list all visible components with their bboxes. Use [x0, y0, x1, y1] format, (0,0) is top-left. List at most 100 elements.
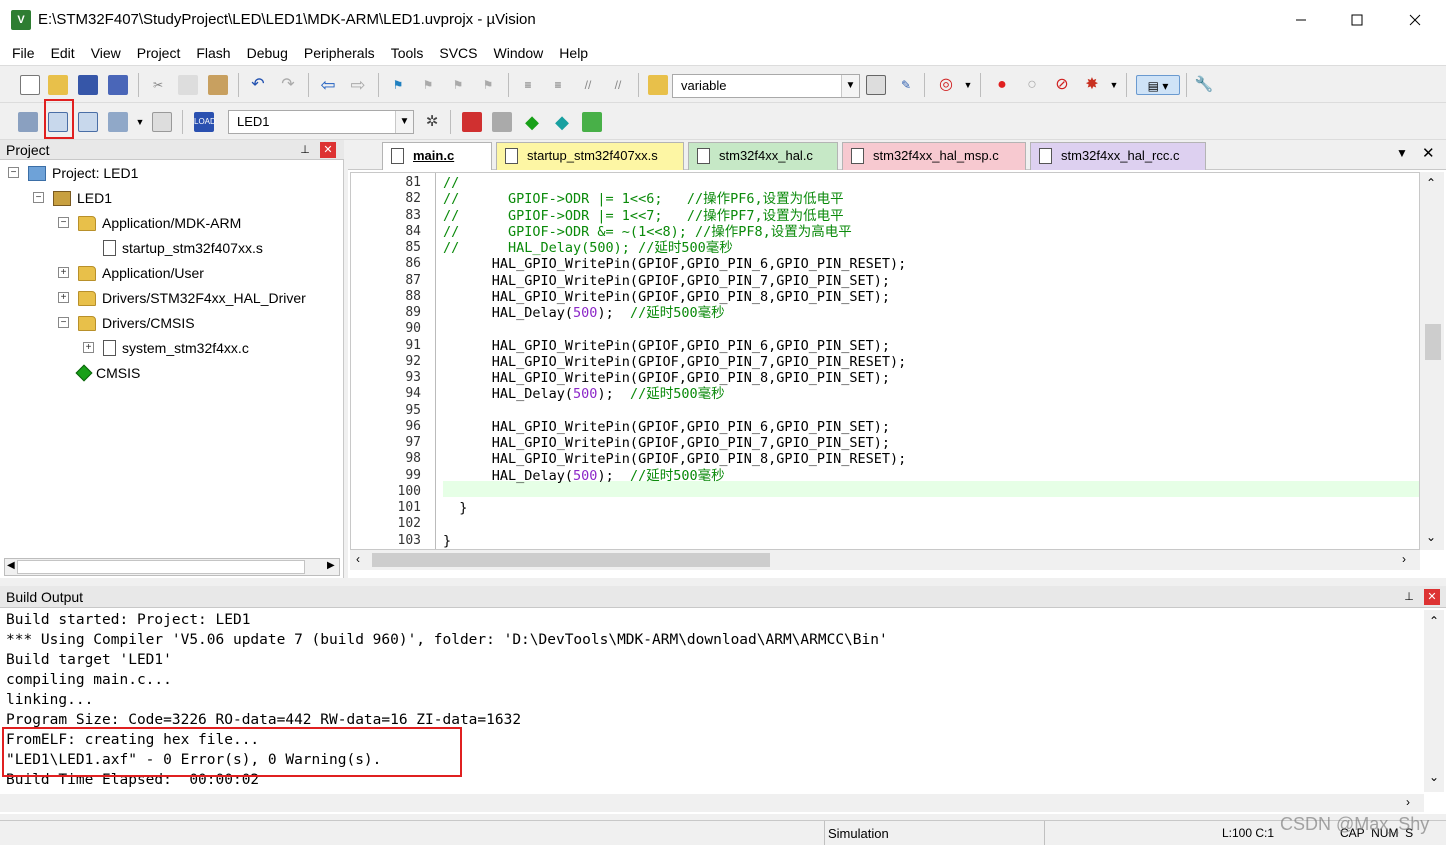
breakpoint-icon[interactable]: ● [992, 75, 1012, 95]
tab-main-c[interactable]: main.c [382, 142, 492, 170]
scroll-thumb[interactable] [372, 553, 770, 567]
configure-icon[interactable]: 🔧 [1194, 75, 1214, 95]
bookmark-icon[interactable]: ⚑ [388, 75, 408, 95]
clear-bookmarks-icon[interactable]: ⚑ [478, 75, 498, 95]
save-all-icon[interactable] [108, 75, 128, 95]
manage-multi-project-icon[interactable] [492, 112, 512, 132]
window-layout-icon[interactable]: ▤ ▾ [1136, 75, 1180, 95]
menu-project[interactable]: Project [129, 40, 189, 66]
scroll-right-icon[interactable]: › [1402, 552, 1406, 566]
tab-stm32f4xx-hal-msp-c[interactable]: stm32f4xx_hal_msp.c [842, 142, 1026, 170]
undo-icon[interactable]: ↶ [248, 75, 268, 95]
stop-build-icon[interactable] [152, 112, 172, 132]
scroll-left-icon[interactable]: ‹ [356, 552, 360, 566]
project-hscrollbar[interactable]: ◀ ▶ [4, 558, 340, 576]
scroll-up-icon[interactable]: ⌃ [1426, 176, 1436, 190]
chevron-down-icon[interactable]: ▼ [841, 75, 859, 97]
code-line: // GPIOF->ODR |= 1<<6; //操作PF6,设置为低电平 [443, 191, 844, 208]
copy-icon[interactable] [178, 75, 198, 95]
comment-icon[interactable]: // [578, 75, 598, 95]
incremental-find-icon[interactable]: ✎ [896, 75, 916, 95]
batch-build-icon[interactable] [108, 112, 128, 132]
menu-debug[interactable]: Debug [239, 40, 296, 66]
close-icon[interactable]: ✕ [320, 142, 336, 158]
chevron-down-icon[interactable]: ▼ [958, 75, 978, 95]
rebuild-icon[interactable] [78, 112, 98, 132]
minimize-button[interactable] [1272, 0, 1330, 40]
cut-icon[interactable]: ✂ [148, 75, 168, 95]
menu-flash[interactable]: Flash [188, 40, 238, 66]
menu-tools[interactable]: Tools [383, 40, 432, 66]
menu-help[interactable]: Help [551, 40, 596, 66]
tab-startup-stm32f407xx-s[interactable]: startup_stm32f407xx.s [496, 142, 684, 170]
tab-stm32f4xx-hal-rcc-c[interactable]: stm32f4xx_hal_rcc.c [1030, 142, 1206, 170]
close-icon[interactable]: ✕ [1424, 589, 1440, 605]
translate-icon[interactable] [18, 112, 38, 132]
tab-stm32f4xx-hal-c[interactable]: stm32f4xx_hal.c [688, 142, 838, 170]
collapse-icon[interactable]: − [58, 217, 69, 228]
chevron-down-icon[interactable]: ▼ [395, 111, 413, 133]
open-file-icon[interactable] [48, 75, 68, 95]
close-button[interactable] [1386, 0, 1444, 40]
disable-all-breakpoints-icon[interactable]: ⊘ [1052, 75, 1072, 95]
build-vscrollbar[interactable]: ⌃ ⌄ [1424, 610, 1444, 792]
find-combo[interactable]: variable ▼ [672, 74, 860, 98]
scroll-up-icon[interactable]: ⌃ [1429, 614, 1439, 628]
manage-rte-icon[interactable]: ◆ [522, 112, 542, 132]
pack-installer-icon[interactable] [582, 112, 602, 132]
download-icon[interactable]: LOAD [194, 112, 216, 132]
scroll-right-icon[interactable]: › [1406, 795, 1410, 809]
collapse-icon[interactable]: − [8, 167, 19, 178]
menu-file[interactable]: File [4, 40, 43, 66]
tabs-dropdown-icon[interactable]: ▼ [1396, 146, 1408, 160]
save-icon[interactable] [78, 75, 98, 95]
editor-vscrollbar[interactable]: ⌃ ⌄ [1420, 172, 1444, 550]
pin-icon[interactable]: ⊥ [298, 143, 312, 157]
maximize-button[interactable] [1328, 0, 1386, 40]
build-output-line: Build started: Project: LED1 [6, 612, 251, 628]
nav-back-icon[interactable]: ⇦ [318, 75, 338, 95]
scroll-right-icon[interactable]: ▶ [327, 560, 335, 571]
disable-breakpoint-icon[interactable]: ○ [1022, 75, 1042, 95]
expand-icon[interactable]: + [58, 292, 69, 303]
scroll-thumb[interactable] [17, 560, 305, 574]
new-file-icon[interactable] [20, 75, 40, 95]
collapse-icon[interactable]: − [58, 317, 69, 328]
expand-icon[interactable]: + [83, 342, 94, 353]
scroll-left-icon[interactable]: ◀ [7, 560, 15, 571]
file-extensions-icon[interactable] [462, 112, 482, 132]
menu-svcs[interactable]: SVCS [431, 40, 485, 66]
chevron-down-icon[interactable]: ▼ [130, 112, 150, 132]
menu-peripherals[interactable]: Peripherals [296, 40, 383, 66]
scroll-thumb[interactable] [1425, 324, 1441, 360]
nav-forward-icon[interactable]: ⇨ [348, 75, 368, 95]
chevron-down-icon[interactable]: ▼ [1104, 75, 1124, 95]
menu-view[interactable]: View [83, 40, 129, 66]
unindent-icon[interactable]: ≡ [548, 75, 568, 95]
debug-session-icon[interactable]: ◎ [936, 75, 956, 95]
editor-hscrollbar[interactable]: ‹ › [350, 550, 1420, 570]
next-bookmark-icon[interactable]: ⚑ [448, 75, 468, 95]
menu-window[interactable]: Window [486, 40, 552, 66]
scroll-down-icon[interactable]: ⌄ [1429, 770, 1439, 784]
pin-icon[interactable]: ⊥ [1402, 590, 1416, 604]
find-icon[interactable] [866, 75, 886, 95]
target-options-icon[interactable]: ✲ [422, 112, 442, 132]
redo-icon[interactable]: ↷ [278, 75, 298, 95]
kill-all-breakpoints-icon[interactable]: ✸ [1082, 75, 1102, 95]
indent-icon[interactable]: ≡ [518, 75, 538, 95]
expand-icon[interactable]: + [58, 267, 69, 278]
prev-bookmark-icon[interactable]: ⚑ [418, 75, 438, 95]
close-tab-icon[interactable]: ✕ [1422, 144, 1435, 162]
collapse-icon[interactable]: − [33, 192, 44, 203]
scroll-down-icon[interactable]: ⌄ [1426, 530, 1436, 544]
uncomment-icon[interactable]: // [608, 75, 628, 95]
code-editor[interactable]: 81 82 83 84 85 86 87 88 89 90 91 92 93 94 95 96 97 98 99 10… [350, 172, 1420, 550]
menu-edit[interactable]: Edit [43, 40, 83, 66]
target-combo[interactable]: LED1 ▼ [228, 110, 414, 134]
select-software-packs-icon[interactable]: ◆ [552, 112, 572, 132]
code-line: HAL_GPIO_WritePin(GPIOF,GPIO_PIN_7,GPIO_… [443, 272, 891, 289]
paste-icon[interactable] [208, 75, 228, 95]
build-hscrollbar[interactable]: › [0, 794, 1424, 812]
find-in-files-icon[interactable] [648, 75, 668, 95]
